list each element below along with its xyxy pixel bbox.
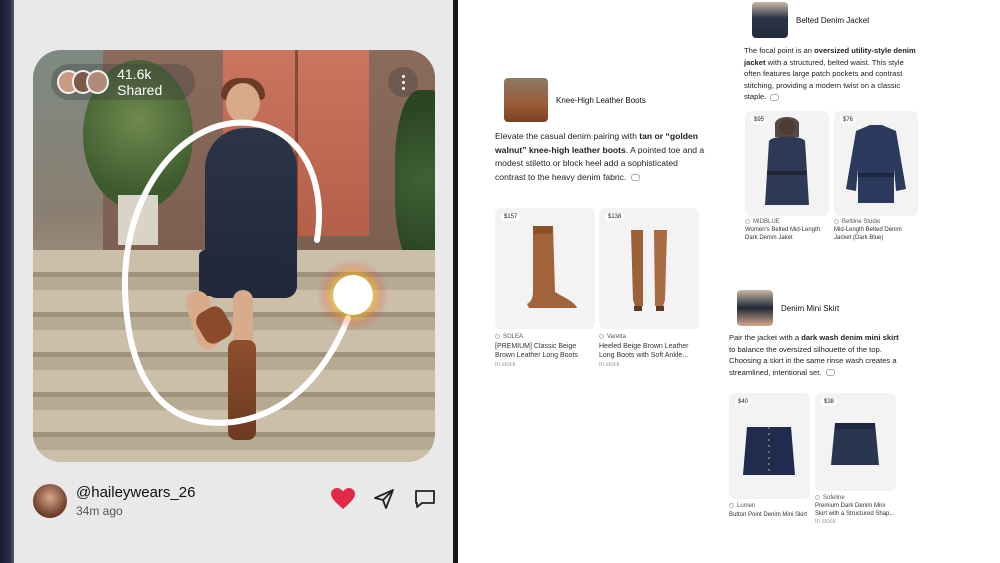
section-header-boots[interactable]: Knee-High Leather Boots [504, 78, 646, 122]
product-card[interactable]: $138 Varetta Heeled Beige Brown Leather … [599, 208, 699, 368]
product-name[interactable]: Button Point Denim Mini Skirt [729, 512, 810, 520]
price-tag: $138 [605, 213, 625, 221]
price-tag: $157 [501, 213, 521, 221]
product-image [599, 208, 699, 329]
section-title: Knee-High Leather Boots [556, 95, 646, 105]
brand-label: MIDBLUE [745, 219, 780, 225]
section-description: The focal point is an oversized utility-… [744, 46, 916, 101]
price-tag: $76 [840, 116, 857, 124]
skirt-image [831, 423, 879, 465]
search-results-panel: Knee-High Leather Boots Elevate the casu… [458, 0, 1000, 563]
username[interactable]: @haileywears_26 [76, 484, 195, 501]
price-tag: $38 [821, 398, 838, 406]
product-name[interactable]: Women's Belted Mid-Length Dark Denim Jak… [745, 227, 829, 242]
brand-label: Varetta [599, 334, 626, 340]
product-image [729, 393, 810, 499]
more-vertical-icon[interactable] [388, 67, 418, 97]
stock-status: In stock [599, 362, 620, 368]
product-card[interactable]: $76 Beltline Studio Mid-Length Belted De… [834, 111, 918, 246]
post-footer: @haileywears_26 34m ago [33, 482, 443, 522]
send-icon[interactable] [373, 488, 395, 510]
product-image [834, 111, 918, 216]
product-card[interactable]: $38 Sofeline Premium Dark Denim Mini Ski… [815, 393, 896, 528]
section-title: Belted Denim Jacket [796, 15, 870, 25]
boot-image [631, 230, 667, 311]
comment-icon[interactable] [414, 488, 436, 510]
link-icon[interactable] [630, 173, 640, 181]
brand-label: Lumen [729, 503, 755, 509]
shared-count: 41.6k Shared [117, 66, 163, 98]
screen: 41.6k Shared @haileywears_26 34m ago Kne… [0, 0, 1000, 563]
section-header-jacket[interactable]: Belted Denim Jacket [752, 2, 869, 38]
jacket-image [846, 125, 906, 203]
section-description: Elevate the casual denim pairing with ta… [495, 131, 705, 182]
price-tag: $95 [751, 116, 768, 124]
section-thumbnail [752, 2, 788, 38]
boot-image [527, 226, 577, 308]
stock-status: In stock [815, 519, 836, 525]
selection-handle[interactable] [333, 275, 373, 315]
link-icon[interactable] [825, 369, 835, 376]
post-photo[interactable]: 41.6k Shared [33, 50, 435, 462]
product-name[interactable]: Heeled Beige Brown Leather Long Boots wi… [599, 343, 699, 360]
shared-badge[interactable]: 41.6k Shared [51, 64, 195, 100]
post-timestamp: 34m ago [76, 504, 123, 518]
section-description: Pair the jacket with a dark wash denim m… [729, 333, 899, 377]
product-card[interactable]: $95 MIDBLUE Women's Belted Mid-Length Da… [745, 111, 829, 246]
shared-avatar [86, 70, 110, 94]
selection-stroke [121, 119, 351, 426]
brand-label: SOLEA [495, 334, 523, 340]
stock-status: In stock [495, 362, 516, 368]
product-name[interactable]: [PREMIUM] Classic Beige Brown Leather Lo… [495, 343, 595, 360]
jacket-on-model-image [765, 117, 809, 205]
circle-to-search-overlay[interactable] [33, 50, 435, 462]
phone-bezel [0, 0, 14, 563]
phone-screen: 41.6k Shared @haileywears_26 34m ago [0, 0, 458, 563]
avatar[interactable] [33, 484, 67, 518]
product-name[interactable]: Premium Dark Denim Mini Skirt with a Str… [815, 503, 896, 518]
section-header-skirt[interactable]: Denim Mini Skirt [737, 290, 839, 326]
section-title: Denim Mini Skirt [781, 303, 840, 313]
product-image [495, 208, 595, 329]
product-image [815, 393, 896, 491]
product-card[interactable]: $40 Lumen Button Point Denim Mini Skirt [729, 393, 810, 528]
link-icon[interactable] [770, 93, 780, 101]
price-tag: $40 [735, 398, 752, 406]
section-thumbnail [504, 78, 548, 122]
product-card[interactable]: $157 SOLEA [PREMIUM] Classic Beige Brown… [495, 208, 595, 368]
skirt-image [743, 427, 795, 475]
brand-label: Beltline Studio [834, 219, 880, 225]
heart-icon[interactable] [331, 488, 355, 510]
product-image [745, 111, 829, 216]
brand-label: Sofeline [815, 495, 845, 501]
section-thumbnail [737, 290, 773, 326]
product-name[interactable]: Mid-Length Belted Denim Jacket (Dark Blu… [834, 227, 918, 242]
